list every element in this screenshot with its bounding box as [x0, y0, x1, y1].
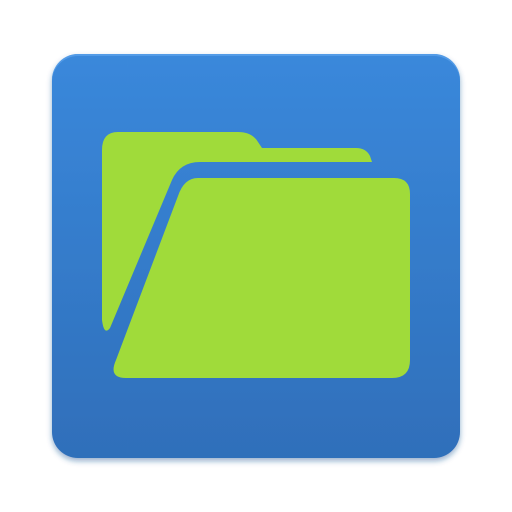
- app-icon-stage: [0, 0, 512, 512]
- folder-app-icon[interactable]: [0, 0, 512, 512]
